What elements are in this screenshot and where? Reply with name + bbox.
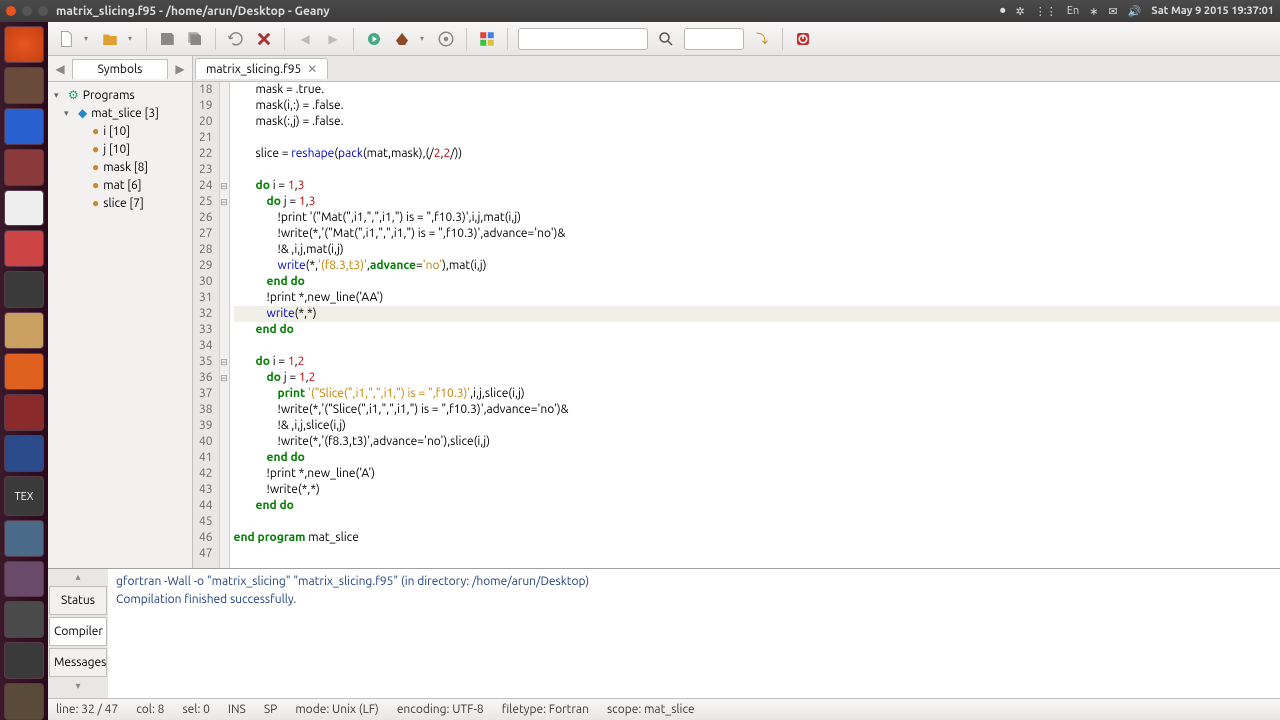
message-tab-up[interactable]: ▴ (48, 569, 108, 585)
sidebar-tab-prev[interactable]: ◀ (48, 62, 72, 76)
status-mode: mode: Unix (LF) (295, 703, 379, 716)
symbols-tree: ▾⚙Programs ▾◆mat_slice [3] ●i [10]●j [10… (48, 82, 192, 216)
clock[interactable]: Sat May 9 2015 19:37:01 (1151, 5, 1274, 17)
symbol-variable[interactable]: ●mask [8] (50, 158, 190, 176)
symbol-variable[interactable]: ●i [10] (50, 122, 190, 140)
reload-icon[interactable] (226, 29, 246, 49)
unity-launcher: TEX (0, 22, 48, 720)
compiler-line: gfortran -Wall -o "matrix_slicing" "matr… (116, 573, 1272, 591)
close-file-icon[interactable] (254, 29, 274, 49)
file-tab-active[interactable]: matrix_slicing.f95 ✕ (195, 58, 328, 79)
goto-icon[interactable]: ⤵ (752, 29, 772, 49)
dash-icon[interactable] (4, 26, 44, 63)
status-ins: INS (228, 703, 246, 716)
save-all-icon[interactable] (185, 29, 205, 49)
code-editor[interactable]: 1819202122232425262728293031323334353637… (193, 82, 1280, 568)
tex-icon[interactable]: TEX (4, 476, 44, 516)
compiler-output[interactable]: gfortran -Wall -o "matrix_slicing" "matr… (108, 569, 1280, 698)
bluetooth-icon[interactable]: ∗ (1089, 5, 1098, 18)
quit-icon[interactable] (793, 29, 813, 49)
file-tabs: matrix_slicing.f95 ✕ (193, 56, 1280, 82)
line-number-gutter: 1819202122232425262728293031323334353637… (193, 82, 220, 568)
compile-icon[interactable] (364, 29, 384, 49)
message-tab-messages[interactable]: Messages (49, 648, 107, 677)
geany-app: ▾ ▾ ◀ ▶ ▾ ⤵ ◀ Symbols ▶ (48, 22, 1280, 720)
sidebar: ◀ Symbols ▶ ▾⚙Programs ▾◆mat_slice [3] ●… (48, 56, 193, 568)
symbol-variable[interactable]: ●mat [6] (50, 176, 190, 194)
message-tab-compiler[interactable]: Compiler (49, 617, 107, 646)
status-sel: sel: 0 (182, 703, 209, 716)
status-filetype: filetype: Fortran (502, 703, 589, 716)
message-window: ▴ Status Compiler Messages ▾ gfortran -W… (48, 568, 1280, 698)
system-tray: ⏺ ✲ ⋮⋮ En ∗ ✉ 🔊 Sat May 9 2015 19:37:01 (1000, 5, 1274, 18)
symbol-variable[interactable]: ●j [10] (50, 140, 190, 158)
file-tab-label: matrix_slicing.f95 (206, 63, 301, 76)
app3-icon[interactable] (4, 435, 44, 472)
message-tabs: ▴ Status Compiler Messages ▾ (48, 569, 108, 698)
new-file-dropdown[interactable]: ▾ (84, 34, 92, 43)
status-bar: line: 32 / 47 col: 8 sel: 0 INS SP mode:… (48, 698, 1280, 720)
files-icon[interactable] (4, 67, 44, 104)
close-window-icon[interactable] (6, 6, 16, 16)
message-tab-down[interactable]: ▾ (48, 678, 108, 694)
volume-icon[interactable]: 🔊 (1128, 5, 1142, 18)
software-icon[interactable] (4, 230, 44, 267)
open-file-dropdown[interactable]: ▾ (128, 34, 136, 43)
app5-icon[interactable] (4, 561, 44, 598)
nav-back-icon[interactable]: ◀ (295, 29, 315, 49)
save-icon[interactable] (157, 29, 177, 49)
status-enc: encoding: UTF-8 (397, 703, 484, 716)
message-tab-status[interactable]: Status (49, 586, 107, 615)
color-chooser-icon[interactable] (477, 29, 497, 49)
firefox-icon[interactable] (4, 108, 44, 145)
nav-fwd-icon[interactable]: ▶ (323, 29, 343, 49)
fold-gutter[interactable]: ⊟⊟⊟⊟ (220, 82, 230, 568)
app2-icon[interactable] (4, 394, 44, 431)
vlc-icon[interactable] (4, 353, 44, 390)
symbol-program[interactable]: ▾◆mat_slice [3] (50, 104, 190, 122)
language-indicator[interactable]: En (1067, 5, 1079, 17)
window-controls (6, 6, 48, 16)
app-icon[interactable] (4, 149, 44, 186)
status-col: col: 8 (136, 703, 164, 716)
record-icon[interactable]: ⏺ (1000, 5, 1006, 18)
editor-pane: matrix_slicing.f95 ✕ 1819202122232425262… (193, 56, 1280, 568)
symbol-programs[interactable]: ▾⚙Programs (50, 86, 190, 104)
status-line: line: 32 / 47 (56, 703, 118, 716)
sidebar-tab-symbols[interactable]: Symbols (72, 59, 168, 79)
goto-line-input[interactable] (684, 28, 744, 50)
wifi-icon[interactable]: ⋮⋮ (1035, 5, 1057, 18)
execute-icon[interactable] (436, 29, 456, 49)
find-input[interactable] (518, 28, 648, 50)
file-tab-close-icon[interactable]: ✕ (307, 62, 317, 76)
code-text[interactable]: mask = .true. mask(i,:) = .false. mask(:… (230, 82, 1280, 568)
compiler-line: Compilation finished successfully. (116, 591, 1272, 609)
new-file-icon[interactable] (56, 29, 76, 49)
window-title: matrix_slicing.f95 - /home/arun/Desktop … (56, 5, 330, 18)
main-toolbar: ▾ ▾ ◀ ▶ ▾ ⤵ (48, 22, 1280, 56)
trash-icon[interactable] (4, 683, 44, 720)
status-sp: SP (264, 703, 277, 716)
status-scope: scope: mat_slice (607, 703, 695, 716)
open-file-icon[interactable] (100, 29, 120, 49)
geany-icon[interactable] (4, 312, 44, 349)
build-icon[interactable] (392, 29, 412, 49)
app7-icon[interactable] (4, 642, 44, 679)
symbol-variable[interactable]: ●slice [7] (50, 194, 190, 212)
chrome-icon[interactable] (4, 190, 44, 227)
build-dropdown[interactable]: ▾ (420, 34, 428, 43)
minimize-window-icon[interactable] (22, 6, 32, 16)
system-titlebar: matrix_slicing.f95 - /home/arun/Desktop … (0, 0, 1280, 22)
maximize-window-icon[interactable] (38, 6, 48, 16)
sidebar-tab-next[interactable]: ▶ (168, 62, 192, 76)
mail-icon[interactable]: ✉ (1108, 5, 1117, 18)
terminal-icon[interactable] (4, 271, 44, 308)
app6-icon[interactable] (4, 601, 44, 638)
dropbox-icon[interactable]: ✲ (1016, 5, 1025, 18)
app4-icon[interactable] (4, 520, 44, 557)
find-icon[interactable] (656, 29, 676, 49)
